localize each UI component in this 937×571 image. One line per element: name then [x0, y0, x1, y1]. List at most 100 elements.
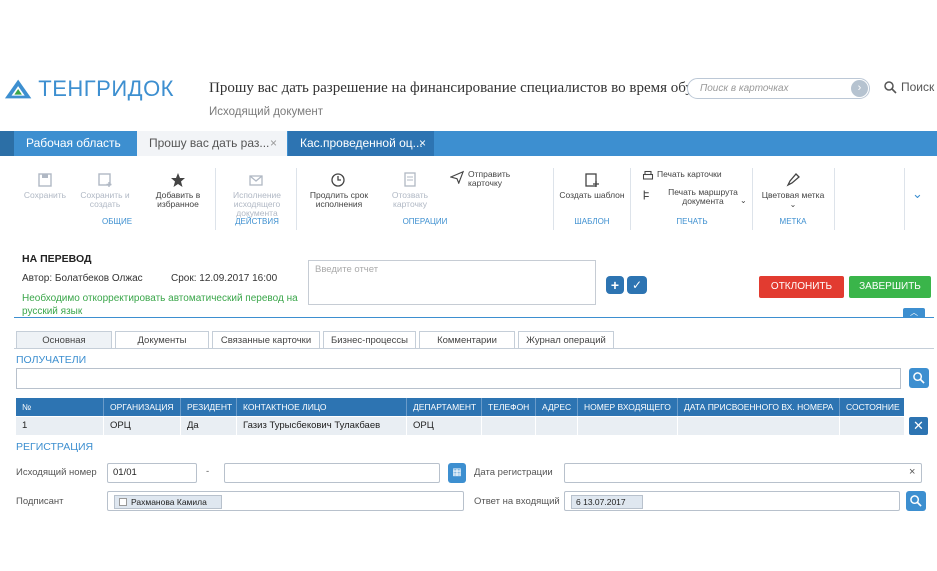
column-header: АДРЕС	[535, 398, 577, 416]
add-favorite-button[interactable]: Добавить в избранное	[150, 172, 206, 209]
group-mark-label: МЕТКА	[779, 217, 807, 226]
print-card-button[interactable]: Печать карточки	[642, 170, 732, 180]
tab-operations-log[interactable]: Журнал операций	[518, 331, 614, 348]
color-mark-label: Цветовая метка	[761, 190, 825, 200]
search-submit-button[interactable]: ›	[851, 80, 868, 97]
search-label: Поиск	[901, 80, 935, 94]
delete-row-close-icon[interactable]: ✕	[909, 417, 928, 435]
save-create-button[interactable]: Сохранить и создать	[78, 172, 132, 209]
print-route-label: Печать маршрута документа	[668, 187, 738, 206]
app-name: ТЕНГРИДОК	[38, 76, 174, 101]
reg-date-input[interactable]	[564, 463, 922, 483]
check-icon: ✓	[631, 278, 643, 292]
out-number-label: Исходящий номер	[16, 467, 97, 478]
approve-report-button[interactable]: ✓	[627, 276, 647, 294]
signer-label: Подписант	[16, 496, 64, 507]
table-cell	[677, 417, 839, 435]
clear-date-close-icon[interactable]: ×	[909, 466, 915, 478]
template-icon	[585, 173, 599, 187]
dash-separator: -	[206, 466, 210, 477]
table-cell: 1	[22, 420, 28, 431]
app-logo: ТЕНГРИДОК	[4, 76, 174, 102]
ribbon-divider	[904, 168, 905, 230]
revoke-card-button[interactable]: Отозвать карточку	[384, 172, 436, 209]
star-plus-icon	[171, 173, 185, 187]
task-note: Необходимо откорректировать автоматическ…	[22, 293, 298, 317]
tab-close-icon[interactable]: ×	[270, 131, 277, 156]
tab-label: Рабочая область	[26, 136, 121, 150]
tab-close-icon[interactable]: ×	[419, 131, 426, 156]
group-print-label: ПЕЧАТЬ	[676, 217, 708, 226]
tab-label: Кас.проведенной оц...	[300, 136, 423, 150]
floppy-plus-icon	[98, 173, 112, 187]
search-icon	[884, 80, 897, 94]
print-route-button[interactable]: Печать маршрута документа ⌄	[642, 188, 748, 206]
save-button[interactable]: Сохранить	[22, 172, 68, 200]
envelope-arrow-icon	[249, 175, 263, 186]
create-template-button[interactable]: Создать шаблон	[558, 172, 626, 200]
column-header: КОНТАКТНОЕ ЛИЦО	[236, 398, 406, 416]
checkbox-icon	[119, 498, 127, 506]
reply-chip[interactable]: 6 13.07.2017	[571, 495, 643, 509]
ribbon-divider	[553, 168, 554, 230]
out-number-suffix-input[interactable]	[224, 463, 440, 483]
table-cell	[577, 417, 677, 435]
tab-current-document[interactable]: Прошу вас дать раз... ×	[137, 131, 287, 156]
column-header: СОСТОЯНИЕ	[839, 398, 904, 416]
recipients-search-button[interactable]	[909, 368, 929, 388]
tab-main[interactable]: Основная	[16, 331, 112, 348]
reply-search-button[interactable]	[906, 491, 926, 511]
reg-date-label: Дата регистрации	[474, 467, 553, 478]
section-divider	[14, 317, 934, 318]
table-cell	[535, 417, 577, 435]
search-link[interactable]: Поиск	[884, 80, 934, 94]
tab-business-processes[interactable]: Бизнес-процессы	[323, 331, 416, 348]
group-template-label: ШАБЛОН	[574, 217, 610, 226]
group-operations-label: ОПЕРАЦИИ	[402, 217, 448, 226]
execute-document-button[interactable]: Исполнение исходящего документа	[228, 172, 286, 218]
extend-deadline-button[interactable]: Продлить срок исполнения	[306, 172, 372, 209]
reject-button[interactable]: ОТКЛОНИТЬ	[759, 276, 844, 298]
tab-related-cards[interactable]: Связанные карточки	[212, 331, 320, 348]
plus-icon: +	[610, 277, 620, 293]
send-card-button[interactable]: Отправить карточку	[450, 170, 518, 188]
tab-documents[interactable]: Документы	[115, 331, 209, 348]
registration-section-title: РЕГИСТРАЦИЯ	[16, 441, 94, 453]
logo-icon	[4, 79, 32, 99]
color-mark-button[interactable]: Цветовая метка ⌄	[758, 172, 828, 209]
ribbon-divider	[834, 168, 835, 230]
signer-chip[interactable]: Рахманова Камила	[114, 495, 222, 509]
task-author: Автор: Болатбеков Олжас	[22, 273, 143, 284]
tab-comments[interactable]: Комментарии	[419, 331, 515, 348]
column-header: РЕЗИДЕНТ	[180, 398, 236, 416]
task-title: НА ПЕРЕВОД	[22, 253, 92, 265]
out-number-input[interactable]: 01/01	[107, 463, 197, 483]
ribbon-divider	[752, 168, 753, 230]
calendar-icon[interactable]: ▦	[448, 463, 466, 483]
ribbon-divider	[296, 168, 297, 230]
column-header: ОРГАНИЗАЦИЯ	[103, 398, 180, 416]
table-cell	[839, 417, 904, 435]
add-report-button[interactable]: +	[606, 276, 624, 294]
tab-other-document[interactable]: Кас.проведенной оц... ×	[288, 131, 434, 156]
ribbon-expand-chevron-icon[interactable]: ⌄	[912, 186, 923, 202]
table-cell: ОРЦ	[406, 417, 481, 435]
clock-plus-icon	[331, 173, 345, 187]
report-placeholder: Введите отчет	[315, 264, 379, 275]
execute-label: Исполнение исходящего документа	[232, 190, 282, 218]
table-cell	[481, 417, 535, 435]
group-general-label: ОБЩИЕ	[101, 217, 133, 226]
extend-label: Продлить срок исполнения	[309, 190, 369, 209]
printer-icon	[642, 170, 654, 180]
ribbon-divider	[215, 168, 216, 230]
finish-button[interactable]: ЗАВЕРШИТЬ	[849, 276, 931, 298]
floppy-icon	[38, 173, 52, 187]
column-header: НОМЕР ВХОДЯЩЕГО	[577, 398, 677, 416]
tab-workspace[interactable]: Рабочая область	[0, 131, 136, 156]
table-cell: ОРЦ	[103, 417, 180, 435]
column-header: №	[22, 402, 32, 412]
recipients-search-input[interactable]	[16, 368, 901, 389]
chevron-down-icon: ⌄	[789, 200, 797, 209]
revoke-label: Отозвать карточку	[391, 190, 429, 209]
column-header: ДАТА ПРИСВОЕННОГО ВХ. НОМЕРА	[677, 398, 839, 416]
